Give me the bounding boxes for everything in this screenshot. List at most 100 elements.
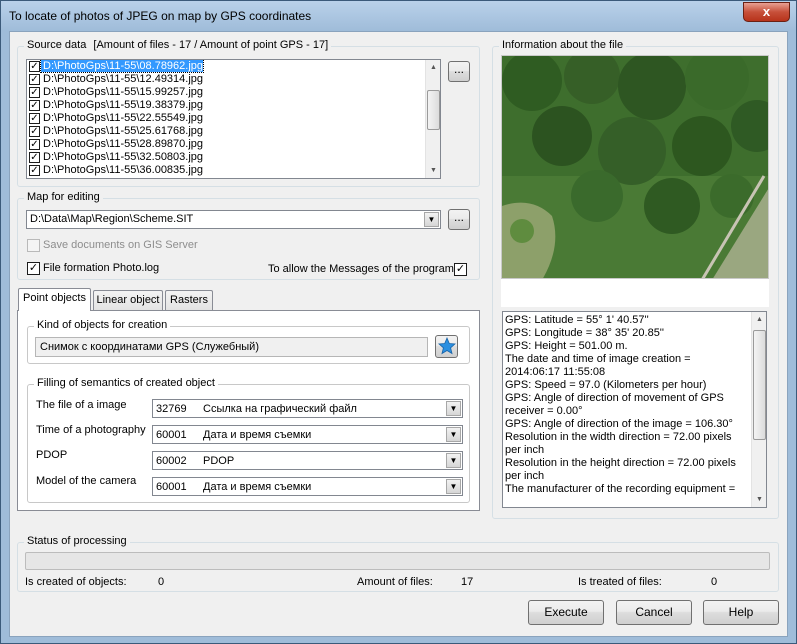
aerial-photo-image (502, 56, 768, 278)
status-legend: Status of processing (24, 535, 130, 547)
file-checkbox[interactable]: ✓ (29, 165, 40, 176)
treated-files-value: 0 (711, 576, 718, 588)
window-title: To locate of photos of JPEG on map by GP… (9, 9, 312, 23)
source-data-title: Source data (27, 39, 87, 51)
source-data-group: Source data [Amount of files - 17 / Amou… (17, 39, 480, 187)
semantic-label-photo-time: Time of a photography (36, 424, 146, 436)
help-button[interactable]: Help (703, 600, 779, 625)
execute-button[interactable]: Execute (528, 600, 604, 625)
file-list-item[interactable]: ✓ D:\PhotoGps\11-55\15.99257.jpg (27, 86, 440, 99)
chevron-down-icon[interactable]: ▼ (446, 479, 461, 494)
close-button[interactable]: x (743, 2, 790, 22)
chevron-down-icon[interactable]: ▼ (446, 453, 461, 468)
scroll-down-icon[interactable]: ▼ (426, 163, 440, 178)
semantic-code: 60001 (156, 429, 187, 441)
scroll-thumb[interactable] (427, 90, 440, 130)
file-list-item[interactable]: ✓ D:\PhotoGps\11-55\22.55549.jpg (27, 112, 440, 125)
tab-rasters[interactable]: Rasters (165, 290, 213, 310)
tab-linear-object[interactable]: Linear object (93, 290, 163, 310)
scroll-up-icon[interactable]: ▲ (426, 60, 440, 75)
progress-bar (25, 552, 770, 570)
messages-checkbox[interactable]: ✓ (454, 263, 467, 276)
messages-label: To allow the Messages of the program (268, 263, 454, 275)
source-data-legend: Source data [Amount of files - 17 / Amou… (24, 39, 332, 51)
chevron-down-icon[interactable]: ▼ (446, 401, 461, 416)
file-list-scrollbar[interactable]: ▲ ▼ (425, 60, 440, 178)
point-objects-panel: Kind of objects for creation Снимок с ко… (17, 310, 480, 511)
file-info-lines: GPS: Latitude = 55° 1' 40.57'' GPS: Longi… (503, 312, 766, 498)
file-list-item[interactable]: ✓ D:\PhotoGps\11-55\32.50803.jpg (27, 151, 440, 164)
created-objects-label: Is created of objects: (25, 576, 127, 588)
file-checkbox[interactable]: ✓ (29, 87, 40, 98)
file-info-line: GPS: Height = 501.00 m. (505, 340, 628, 352)
semantic-combo-photo-time[interactable]: 60001 Дата и время съемки ▼ (152, 425, 463, 444)
semantic-text: Ссылка на графический файл (203, 403, 357, 415)
file-checkbox[interactable]: ✓ (29, 74, 40, 85)
file-list-item[interactable]: ✓ D:\PhotoGps\11-55\25.61768.jpg (27, 125, 440, 138)
source-browse-button[interactable]: ... (448, 61, 470, 82)
semantic-combo-image-file[interactable]: 32769 Ссылка на графический файл ▼ (152, 399, 463, 418)
map-path-combo[interactable]: D:\Data\Map\Region\Scheme.SIT ▼ (26, 210, 441, 229)
file-checkbox[interactable]: ✓ (29, 113, 40, 124)
semantic-text: Дата и время съемки (203, 429, 312, 441)
map-browse-button[interactable]: ... (448, 209, 470, 230)
file-info-line: GPS: Longitude = 38° 35' 20.85'' (505, 327, 665, 339)
semantic-combo-pdop[interactable]: 60002 PDOP ▼ (152, 451, 463, 470)
created-objects-value: 0 (158, 576, 165, 588)
semantic-label-image-file: The file of a image (36, 399, 127, 411)
select-kind-button[interactable] (435, 335, 458, 358)
file-list-item[interactable]: ✓ D:\PhotoGps\11-55\12.49314.jpg (27, 73, 440, 86)
save-gis-checkbox[interactable] (27, 239, 40, 252)
source-data-summary: [Amount of files - 17 / Amount of point … (93, 39, 329, 51)
file-path: D:\PhotoGps\11-55\22.55549.jpg (43, 112, 204, 124)
semantic-combo-camera-model[interactable]: 60001 Дата и время съемки ▼ (152, 477, 463, 496)
chevron-down-icon[interactable]: ▼ (424, 212, 439, 227)
cancel-button[interactable]: Cancel (616, 600, 692, 625)
semantics-legend: Filling of semantics of created object (34, 377, 218, 389)
log-label: File formation Photo.log (43, 262, 160, 274)
kind-legend: Kind of objects for creation (34, 319, 171, 331)
file-checkbox[interactable]: ✓ (29, 61, 40, 72)
file-info-legend: Information about the file (499, 39, 627, 51)
file-info-line: GPS: Latitude = 55° 1' 40.57'' (505, 314, 649, 326)
file-checkbox[interactable]: ✓ (29, 100, 40, 111)
kind-group: Kind of objects for creation Снимок с ко… (27, 319, 470, 364)
file-list-item[interactable]: ✓ D:\PhotoGps\11-55\08.78962.jpg (27, 60, 440, 73)
amount-files-label: Amount of files: (357, 576, 433, 588)
file-info-scrollbar[interactable]: ▲ ▼ (751, 312, 766, 507)
file-info-line: GPS: Speed = 97.0 (Kilometers per hour) (505, 379, 707, 391)
file-path: D:\PhotoGps\11-55\12.49314.jpg (43, 73, 204, 85)
main-window: To locate of photos of JPEG on map by GP… (0, 0, 797, 644)
file-list-item[interactable]: ✓ D:\PhotoGps\11-55\36.00835.jpg (27, 164, 440, 177)
star-icon (437, 336, 456, 355)
photo-preview-margin (501, 279, 769, 307)
tab-point-objects[interactable]: Point objects (18, 288, 91, 311)
treated-files-label: Is treated of files: (578, 576, 662, 588)
file-list-item[interactable]: ✓ D:\PhotoGps\11-55\19.38379.jpg (27, 99, 440, 112)
chevron-down-icon[interactable]: ▼ (446, 427, 461, 442)
semantic-label-pdop: PDOP (36, 449, 68, 461)
scroll-up-icon[interactable]: ▲ (752, 312, 766, 327)
photo-preview (501, 55, 769, 279)
file-info-text[interactable]: GPS: Latitude = 55° 1' 40.57'' GPS: Longi… (502, 311, 767, 508)
file-path: D:\PhotoGps\11-55\08.78962.jpg (39, 60, 205, 73)
map-group: Map for editing D:\Data\Map\Region\Schem… (17, 191, 480, 280)
file-checkbox[interactable]: ✓ (29, 126, 40, 137)
map-legend: Map for editing (24, 191, 103, 203)
scroll-thumb[interactable] (753, 330, 766, 440)
file-checkbox[interactable]: ✓ (29, 139, 40, 150)
file-info-group: Information about the file GPS: Latitude… (492, 39, 779, 519)
file-info-line: The date and time of image creation = 20… (505, 353, 691, 378)
file-list[interactable]: ✓ D:\PhotoGps\11-55\08.78962.jpg ✓ D:\Photo… (26, 59, 441, 179)
file-list-item[interactable]: ✓ D:\PhotoGps\11-55\28.89870.jpg (27, 138, 440, 151)
file-path: D:\PhotoGps\11-55\32.50803.jpg (43, 151, 204, 163)
semantic-code: 60002 (156, 455, 187, 467)
scroll-down-icon[interactable]: ▼ (752, 492, 766, 507)
file-info-line: GPS: Angle of direction of the image = 1… (505, 418, 733, 430)
file-checkbox[interactable]: ✓ (29, 152, 40, 163)
file-path: D:\PhotoGps\11-55\36.00835.jpg (43, 164, 204, 176)
log-checkbox[interactable]: ✓ (27, 262, 40, 275)
title-bar[interactable]: To locate of photos of JPEG on map by GP… (1, 1, 796, 31)
amount-files-value: 17 (461, 576, 474, 588)
file-info-line: The manufacturer of the recording equipm… (505, 483, 736, 495)
